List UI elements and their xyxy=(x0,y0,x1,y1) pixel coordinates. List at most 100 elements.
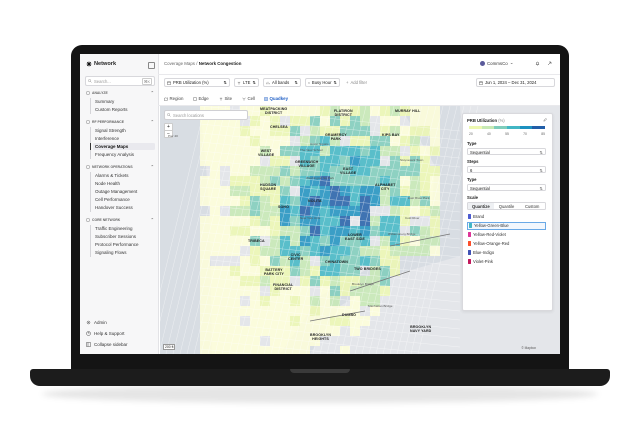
heat-cell[interactable] xyxy=(240,306,250,316)
sidebar-item-interference[interactable]: Interference xyxy=(93,135,155,142)
collapse-sidebar-button[interactable]: Collapse sidebar xyxy=(86,342,128,347)
sidebar-item-node-health[interactable]: Node Health xyxy=(93,180,155,187)
sidebar-search[interactable]: Search... ⌘K xyxy=(85,76,155,86)
heat-cell[interactable] xyxy=(270,226,280,236)
heat-cell[interactable] xyxy=(360,136,370,146)
heat-cell[interactable] xyxy=(370,156,380,166)
add-filter-button[interactable]: + Add filter xyxy=(344,78,378,87)
map-attribution[interactable]: © Mapbox xyxy=(521,346,536,350)
heat-cell[interactable] xyxy=(350,156,360,166)
heat-cell[interactable] xyxy=(240,146,250,156)
color-ramp-option[interactable]: Yellow-Red-Violet xyxy=(467,231,546,239)
heat-cell[interactable] xyxy=(350,286,360,296)
heat-cell[interactable] xyxy=(370,286,380,296)
heat-cell[interactable] xyxy=(260,166,270,176)
heat-cell[interactable] xyxy=(220,186,230,196)
heat-cell[interactable] xyxy=(280,166,290,176)
heat-cell[interactable] xyxy=(410,146,420,156)
heat-cell[interactable] xyxy=(370,246,380,256)
heat-cell[interactable] xyxy=(360,256,370,266)
color-type-select[interactable]: Sequential ⇅ xyxy=(467,148,546,155)
heat-cell[interactable] xyxy=(210,206,220,216)
heat-cell[interactable] xyxy=(340,186,350,196)
breadcrumb-parent[interactable]: Coverage Maps xyxy=(164,61,195,66)
heat-cell[interactable] xyxy=(260,136,270,146)
heat-cell[interactable] xyxy=(250,306,260,316)
heat-cell[interactable] xyxy=(220,306,230,316)
tab-site[interactable]: Site xyxy=(219,96,232,101)
heat-cell[interactable] xyxy=(200,316,210,326)
heat-cell[interactable] xyxy=(280,346,290,354)
heat-cell[interactable] xyxy=(370,146,380,156)
sidebar-section-1[interactable]: RF PERFORMANCE ⌃ xyxy=(86,119,154,124)
heat-cell[interactable] xyxy=(280,156,290,166)
sidebar-item-signaling-flows[interactable]: Signaling Flows xyxy=(93,249,155,256)
color-ramp-option[interactable]: Yellow-Orange-Red xyxy=(467,240,546,248)
heat-cell[interactable] xyxy=(230,186,240,196)
sidebar-item-outage-management[interactable]: Outage Management xyxy=(93,188,155,195)
heat-cell[interactable] xyxy=(230,286,240,296)
sidebar-item-frequency-analysis[interactable]: Frequency Analysis xyxy=(93,151,155,158)
heat-cell[interactable] xyxy=(280,326,290,336)
heat-cell[interactable] xyxy=(270,326,280,336)
heat-cell[interactable] xyxy=(220,216,230,226)
share-icon[interactable] xyxy=(547,61,552,66)
color-ramp-option[interactable]: Yellow-Green-Blue xyxy=(467,222,546,230)
heat-cell[interactable] xyxy=(220,156,230,166)
heat-cell[interactable] xyxy=(300,186,310,196)
sidebar-item-alarms-tickets[interactable]: Alarms & Tickets xyxy=(93,172,155,179)
sidebar-section-0[interactable]: ANALYZE ⌃ xyxy=(86,90,154,95)
heat-cell[interactable] xyxy=(430,186,440,196)
heat-cell[interactable] xyxy=(210,226,220,236)
heat-cell[interactable] xyxy=(400,236,410,246)
heat-cell[interactable] xyxy=(290,306,300,316)
heat-cell[interactable] xyxy=(420,206,430,216)
heat-cell[interactable] xyxy=(410,186,420,196)
tab-cell[interactable]: Cell xyxy=(242,96,255,101)
heat-cell[interactable] xyxy=(220,346,230,354)
brand[interactable]: Network xyxy=(86,61,116,67)
heat-cell[interactable] xyxy=(300,316,310,326)
heat-cell[interactable] xyxy=(260,256,270,266)
heat-cell[interactable] xyxy=(250,116,260,126)
heat-cell[interactable] xyxy=(250,206,260,216)
heat-cell[interactable] xyxy=(380,256,390,266)
heat-cell[interactable] xyxy=(290,176,300,186)
heat-cell[interactable] xyxy=(350,196,360,206)
metric-filter[interactable]: PRB Utilization (%) ⇅ xyxy=(164,78,230,87)
heat-cell[interactable] xyxy=(270,136,280,146)
heat-cell[interactable] xyxy=(300,106,310,116)
heat-cell[interactable] xyxy=(400,206,410,216)
scale-option-quantize[interactable]: Quantize xyxy=(468,203,494,209)
scale-option-quantile[interactable]: Quantile xyxy=(494,203,520,209)
sidebar-item-traffic-engineering[interactable]: Traffic Engineering xyxy=(93,225,155,232)
heat-cell[interactable] xyxy=(250,176,260,186)
heat-cell[interactable] xyxy=(260,126,270,136)
heat-cell[interactable] xyxy=(380,246,390,256)
sidebar-item-cell-performance[interactable]: Cell Performance xyxy=(93,196,155,203)
heat-cell[interactable] xyxy=(300,116,310,126)
hour-filter[interactable]: Busy Hour ⇅ xyxy=(305,78,340,87)
heat-cell[interactable] xyxy=(420,166,430,176)
heat-cell[interactable] xyxy=(300,236,310,246)
heat-cell[interactable] xyxy=(290,316,300,326)
heat-cell[interactable] xyxy=(250,226,260,236)
heat-cell[interactable] xyxy=(200,136,210,146)
heat-cell[interactable] xyxy=(240,166,250,176)
heat-cell[interactable] xyxy=(220,266,230,276)
heat-cell[interactable] xyxy=(290,126,300,136)
heat-cell[interactable] xyxy=(380,116,390,126)
heat-cell[interactable] xyxy=(430,176,440,186)
heat-cell[interactable] xyxy=(200,266,210,276)
heat-cell[interactable] xyxy=(420,226,430,236)
heat-cell[interactable] xyxy=(400,246,410,256)
heat-cell[interactable] xyxy=(330,266,340,276)
sidebar-item-custom-reports[interactable]: Custom Reports xyxy=(93,106,155,113)
color-ramp-option[interactable]: Brand xyxy=(467,213,546,221)
heat-cell[interactable] xyxy=(250,276,260,286)
help-link[interactable]: Help & Support xyxy=(86,331,125,336)
heat-cell[interactable] xyxy=(240,266,250,276)
color-ramp-option[interactable]: Blue-Indigo xyxy=(467,249,546,257)
edit-icon[interactable] xyxy=(543,118,547,122)
heat-cell[interactable] xyxy=(310,246,320,256)
